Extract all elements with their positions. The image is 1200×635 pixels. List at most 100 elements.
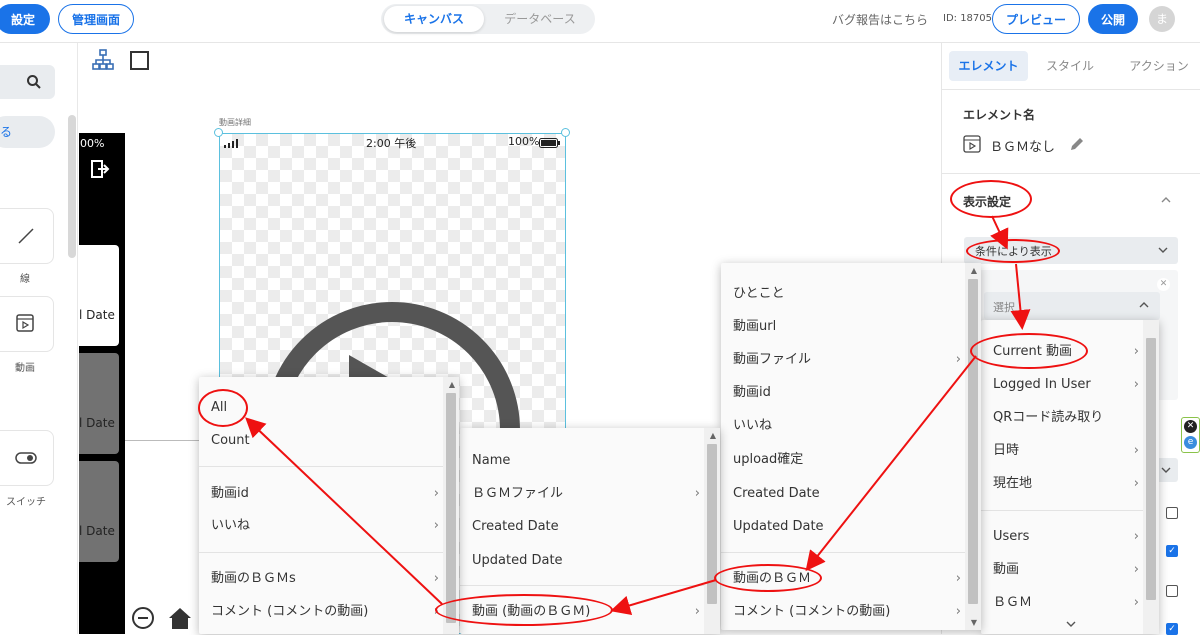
- back-phone-row-label: l Date: [79, 308, 115, 322]
- tab-action[interactable]: アクション: [1118, 51, 1200, 81]
- menu-item[interactable]: 動画のＢＧＭs ›: [199, 562, 443, 595]
- menu-item-label: 動画id: [733, 385, 771, 400]
- menu-item-location[interactable]: 現在地 ›: [981, 467, 1143, 500]
- chevron-right-icon: ›: [433, 518, 439, 533]
- menu-item-count[interactable]: Count: [199, 424, 443, 457]
- menu-item[interactable]: いいね ›: [199, 509, 443, 542]
- menu-item-label: ＢＧＭファイル: [472, 486, 564, 501]
- menu-item-label: QRコード読み取り: [993, 410, 1104, 425]
- back-phone-row[interactable]: [79, 245, 119, 346]
- resize-handle[interactable]: [561, 128, 570, 137]
- annotation-ellipse: [970, 333, 1088, 369]
- chevron-right-icon: ›: [1133, 595, 1139, 610]
- menu-scrollbar[interactable]: ▲ ▼: [965, 263, 981, 630]
- battery-icon: [539, 138, 560, 148]
- checkbox[interactable]: [1166, 507, 1178, 519]
- menu-item[interactable]: Created Date: [460, 510, 704, 543]
- extension-icon[interactable]: e: [1184, 436, 1197, 449]
- video-icon: [963, 135, 981, 153]
- chevron-right-icon: ›: [955, 571, 961, 586]
- checkbox-checked[interactable]: ✓: [1166, 545, 1178, 557]
- element-name-value: ＢＧＭなし: [990, 140, 1056, 155]
- menu-item[interactable]: 動画id ›: [199, 477, 443, 510]
- publish-button[interactable]: 公開: [1088, 4, 1138, 34]
- back-phone-row[interactable]: [79, 353, 119, 454]
- chevron-right-icon: ›: [433, 571, 439, 586]
- tab-style[interactable]: スタイル: [1036, 51, 1104, 81]
- signal-icon: [224, 139, 238, 148]
- menu-item-qr-reader[interactable]: QRコード読み取り: [981, 401, 1143, 434]
- chevron-up-icon[interactable]: [1138, 300, 1150, 310]
- menu-item-label: 動画url: [733, 319, 777, 334]
- menu-item-label: 現在地: [993, 476, 1033, 491]
- search-icon[interactable]: [26, 74, 42, 90]
- admin-button[interactable]: 管理画面: [58, 4, 134, 34]
- chevron-up-icon[interactable]: [1160, 195, 1172, 205]
- menu-scrollbar[interactable]: ▲: [704, 428, 720, 634]
- menu-item-label: Name: [472, 453, 511, 468]
- menu-item-label: 日時: [993, 443, 1020, 458]
- section-divider: [942, 173, 1200, 174]
- menu-item[interactable]: コメント (コメントの動画) ›: [199, 595, 443, 628]
- menu-item-bgm-table[interactable]: ＢＧＭ ›: [981, 586, 1143, 619]
- screen-flow-icon[interactable]: [91, 48, 115, 72]
- close-icon[interactable]: ✕: [1184, 420, 1197, 433]
- video-element-label: 動画: [15, 363, 35, 374]
- left-scrollbar[interactable]: [68, 115, 76, 258]
- menu-item-label: Logged In User: [993, 377, 1091, 392]
- menu-scrollbar[interactable]: ▲: [443, 377, 459, 634]
- menu-item[interactable]: 動画url: [721, 310, 965, 343]
- menu-item[interactable]: Name: [460, 444, 704, 477]
- zoom-out-icon[interactable]: [131, 606, 155, 630]
- chevron-down-icon[interactable]: [1065, 620, 1077, 628]
- menu-item-datetime[interactable]: 日時 ›: [981, 434, 1143, 467]
- chevron-right-icon: ›: [1133, 443, 1139, 458]
- menu-item[interactable]: 動画id: [721, 376, 965, 409]
- preview-button[interactable]: プレビュー: [992, 4, 1080, 34]
- menu-item-label: Created Date: [733, 486, 820, 501]
- chevron-down-icon[interactable]: [1160, 465, 1172, 475]
- resize-handle[interactable]: [214, 128, 223, 137]
- avatar[interactable]: ま: [1149, 6, 1175, 32]
- menu-item[interactable]: 動画ファイル ›: [721, 343, 965, 376]
- menu-item-label: コメント (コメントの動画): [733, 604, 891, 619]
- checkbox-checked[interactable]: ✓: [1166, 623, 1178, 635]
- menu-item-logged-in-user[interactable]: Logged In User ›: [981, 368, 1143, 401]
- chevron-down-icon[interactable]: [1157, 245, 1169, 255]
- settings-button[interactable]: 設定: [0, 4, 50, 34]
- menu-scrollbar[interactable]: [1143, 320, 1159, 634]
- tab-database[interactable]: データベース: [488, 6, 592, 32]
- logout-icon[interactable]: [90, 159, 110, 179]
- menu-item-users[interactable]: Users ›: [981, 520, 1143, 553]
- home-icon[interactable]: [167, 606, 193, 630]
- screen-title: 動画詳細: [219, 118, 251, 127]
- tab-element[interactable]: エレメント: [949, 51, 1028, 81]
- menu-item-label: Updated Date: [472, 553, 563, 568]
- tab-canvas[interactable]: キャンバス: [384, 6, 484, 32]
- menu-item[interactable]: Updated Date: [721, 510, 965, 543]
- close-condition-icon[interactable]: ✕: [1157, 278, 1170, 291]
- menu-item[interactable]: Created Date: [721, 477, 965, 510]
- create-element-label: る: [0, 125, 13, 139]
- menu-item-video-table[interactable]: 動画 ›: [981, 553, 1143, 586]
- back-phone-row[interactable]: [79, 461, 119, 562]
- menu-item-label: 動画: [993, 562, 1020, 577]
- single-screen-icon[interactable]: [130, 51, 149, 70]
- menu-divider: [460, 585, 704, 586]
- bug-report-link[interactable]: バグ報告はこちら: [832, 11, 928, 28]
- menu-item[interactable]: ＢＧＭファイル ›: [460, 477, 704, 510]
- checkbox[interactable]: [1166, 585, 1178, 597]
- menu-item-label: upload確定: [733, 452, 804, 467]
- menu-item[interactable]: ひとこと: [721, 277, 965, 310]
- line-icon: [18, 228, 34, 244]
- menu-divider: [721, 552, 965, 553]
- pencil-icon[interactable]: [1069, 136, 1085, 152]
- status-time: 2:00 午後: [366, 137, 417, 150]
- menu-item[interactable]: いいね: [721, 409, 965, 442]
- app-id: ID: 18705: [943, 13, 993, 24]
- menu-item[interactable]: コメント (コメントの動画) ›: [721, 595, 965, 628]
- element-name-heading: エレメント名: [963, 108, 1036, 122]
- menu-item[interactable]: Updated Date: [460, 544, 704, 577]
- menu-item[interactable]: upload確定: [721, 443, 965, 476]
- menu-item-label: 動画のＢＧＭs: [211, 571, 296, 586]
